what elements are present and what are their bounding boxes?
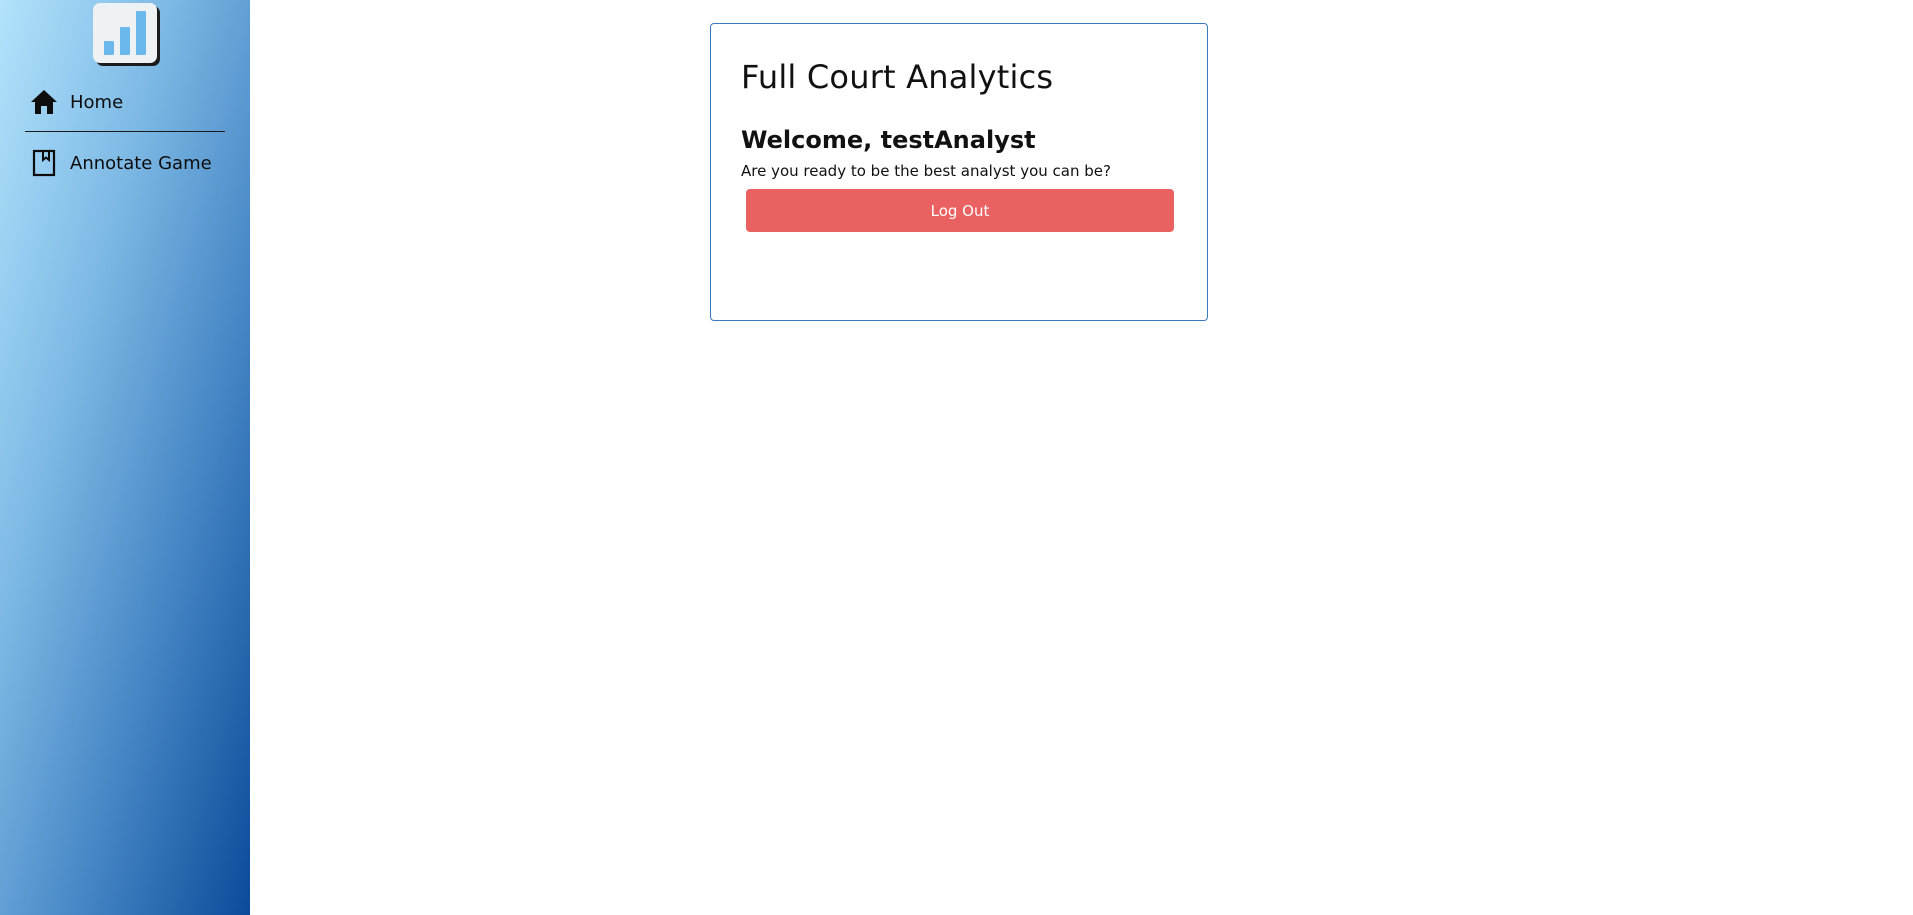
sidebar: Home Annotate Game [0, 0, 250, 915]
sidebar-item-label: Annotate Game [70, 152, 212, 174]
bar-chart-icon [102, 7, 148, 59]
page-title: Full Court Analytics [741, 58, 1054, 96]
home-icon [30, 88, 58, 116]
app-logo[interactable] [93, 3, 157, 63]
logout-button[interactable]: Log Out [746, 189, 1174, 232]
sidebar-item-annotate-game[interactable]: Annotate Game [30, 146, 212, 180]
welcome-subtitle: Are you ready to be the best analyst you… [741, 162, 1111, 180]
welcome-card: Full Court Analytics Welcome, testAnalys… [710, 23, 1208, 321]
bookmark-page-icon [30, 149, 58, 177]
sidebar-item-home[interactable]: Home [30, 85, 123, 119]
sidebar-divider [25, 131, 225, 132]
app-root: Home Annotate Game Full Court Analytics … [0, 0, 1913, 915]
sidebar-item-label: Home [70, 91, 124, 113]
welcome-heading: Welcome, testAnalyst [741, 126, 1036, 154]
